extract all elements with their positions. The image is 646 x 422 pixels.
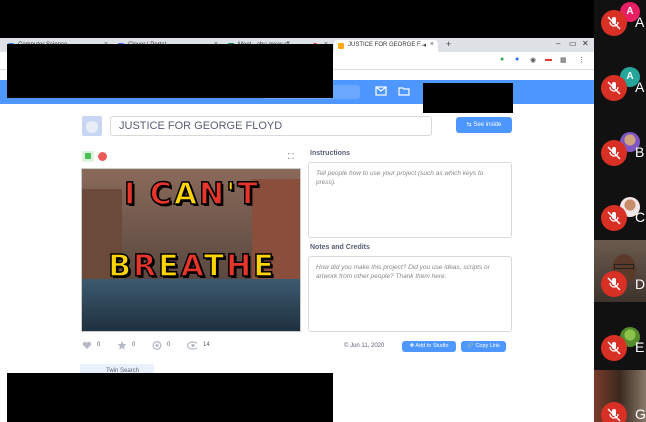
participants-panel: A A A A B C D E G — [594, 0, 646, 422]
court-floor — [82, 279, 300, 331]
extension-icon[interactable]: ◉ — [530, 56, 536, 64]
stage-letter: C — [149, 176, 174, 213]
green-flag-icon[interactable] — [82, 151, 94, 162]
love-icon[interactable] — [82, 341, 92, 350]
stage-text-line1: I CAN'T — [82, 176, 300, 213]
see-inside-label: See inside — [473, 122, 502, 128]
stage-letter: B — [108, 248, 134, 285]
participant-tile[interactable]: D — [594, 240, 646, 302]
stage-letter: N — [198, 176, 227, 213]
participant-tile[interactable]: A A — [594, 0, 646, 65]
view-count: 14 — [203, 342, 210, 348]
date-text: Jun 11, 2020 — [350, 343, 385, 349]
stage-letter: E — [158, 248, 181, 285]
my-stuff-icon[interactable] — [398, 86, 410, 96]
notes-heading: Notes and Credits — [310, 244, 370, 251]
copy-link-button[interactable]: 🔗 Copy Link — [461, 341, 506, 352]
participant-name: B — [635, 144, 645, 160]
mic-off-icon — [601, 205, 627, 231]
views-icon — [187, 341, 197, 350]
screen: Computer Science × Clever | Portal × Mee… — [0, 0, 646, 422]
close-window-button[interactable]: ✕ — [582, 39, 589, 48]
stage-letter: R — [132, 248, 159, 285]
maximize-button[interactable]: ▭ — [569, 39, 577, 48]
mic-off-icon — [601, 10, 627, 36]
stage-letter: T — [203, 248, 227, 285]
avatar[interactable] — [82, 116, 102, 136]
participant-name: A — [635, 14, 645, 30]
stage-letter: A — [173, 176, 200, 213]
instructions-heading: Instructions — [310, 150, 351, 157]
participant-name: C — [635, 209, 646, 225]
add-to-studio-label: Add to Studio — [415, 343, 449, 349]
extension-icon[interactable]: ● — [515, 56, 519, 63]
participant-name: G — [635, 406, 646, 422]
stage-letter: T — [237, 176, 260, 213]
stage-letter: A — [180, 248, 204, 285]
fullscreen-icon[interactable]: ⛶ — [288, 152, 294, 162]
project-date: © Jun 11, 2020 — [344, 343, 385, 349]
more-menu-icon[interactable]: ⋮ — [578, 56, 585, 64]
participant-name: E — [635, 339, 645, 355]
stage-letter: ' — [225, 176, 238, 213]
see-inside-button[interactable]: ⇆ See inside — [456, 117, 512, 133]
remix-count: 0 — [167, 342, 171, 348]
speaker-icon[interactable]: ◂ — [422, 41, 426, 49]
favorite-count: 0 — [132, 342, 136, 348]
minimize-button[interactable]: – — [556, 39, 560, 48]
participant-tile[interactable]: A A — [594, 65, 646, 130]
participant-tile[interactable]: G — [594, 370, 646, 422]
stage-letter: E — [252, 248, 276, 285]
mic-off-icon — [601, 271, 627, 297]
participant-tile[interactable]: B — [594, 130, 646, 195]
menu-grid-icon[interactable]: ▦ — [560, 56, 567, 64]
stop-icon[interactable] — [98, 152, 107, 161]
stage-letter: I — [123, 176, 138, 213]
project-header: JUSTICE FOR GEORGE FLOYD ⇆ See inside — [82, 116, 512, 136]
close-tab-icon[interactable]: × — [430, 41, 434, 48]
new-tab-button[interactable]: + — [446, 39, 451, 49]
scratch-icon — [338, 43, 344, 49]
love-count: 0 — [97, 342, 101, 348]
project-stage[interactable]: I CAN'T BREATHE — [81, 168, 301, 332]
extension-icon[interactable]: ● — [500, 56, 504, 63]
notes-field[interactable]: How did you make this project? Did you u… — [308, 256, 512, 332]
participant-name: A — [635, 79, 645, 95]
browser-tab-scratch-project[interactable]: JUSTICE FOR GEORGE F... ◂ × — [334, 40, 438, 52]
redaction-block — [7, 44, 333, 98]
messages-icon[interactable] — [375, 86, 387, 96]
add-to-studio-button[interactable]: ✚ Add to Studio — [402, 341, 456, 352]
mic-off-icon — [601, 402, 627, 422]
instructions-field[interactable]: Tell people how to use your project (suc… — [308, 162, 512, 238]
mic-off-icon — [601, 75, 627, 101]
copy-link-label: Copy Link — [475, 343, 500, 349]
favorite-icon[interactable] — [117, 341, 127, 350]
stage-letter: H — [225, 248, 254, 285]
mic-off-icon — [601, 335, 627, 361]
mic-off-icon — [601, 140, 627, 166]
tab-label: JUSTICE FOR GEORGE F... — [348, 42, 426, 48]
redaction-block — [7, 373, 333, 422]
remix-icon — [152, 341, 162, 350]
redaction-block — [423, 83, 513, 113]
glasses — [614, 264, 634, 269]
stage-text-line2: BREATHE — [82, 248, 300, 285]
participant-name: D — [635, 276, 646, 292]
stage-letter — [137, 177, 149, 212]
extension-icon[interactable]: ▬ — [545, 56, 552, 63]
project-title[interactable]: JUSTICE FOR GEORGE FLOYD — [110, 116, 432, 136]
